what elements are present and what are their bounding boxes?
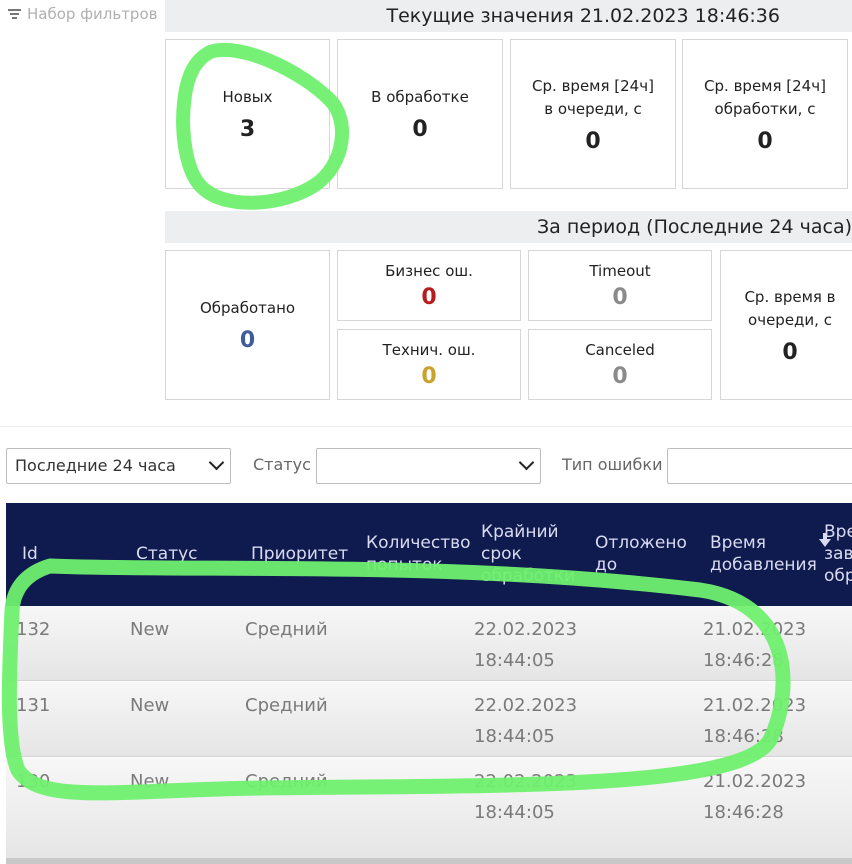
column-header-text: Id (22, 544, 38, 564)
card-label: В обработке (371, 88, 469, 106)
period-select[interactable]: Последние 24 часа (6, 448, 231, 484)
card-value: 0 (239, 328, 256, 353)
in-progress-card: В обработке 0 (337, 39, 503, 189)
card-value: 0 (612, 285, 628, 310)
card-label-line: обработки, с (714, 99, 816, 118)
cell-added-time: 18:46:28 (703, 650, 784, 671)
card-value: 0 (782, 339, 798, 365)
new-count-card: Новых 3 (165, 39, 330, 189)
card-value: 0 (585, 128, 601, 154)
card-label: Технич. ош. (382, 341, 476, 359)
column-header-completion-time[interactable]: Вре зав обр (824, 521, 852, 587)
cell-deadline-time: 18:44:05 (474, 650, 555, 671)
avg-processing-time-card: Ср. время [24ч] обработки, с 0 (682, 39, 848, 189)
cell-added-date: 21.02.2023 (703, 695, 807, 716)
cell-added-date: 21.02.2023 (703, 619, 807, 640)
cell-added-time: 18:46:28 (703, 802, 784, 823)
column-header-text: попыток (366, 555, 443, 575)
cell-priority: Средний (245, 695, 328, 716)
chevron-down-icon (208, 454, 225, 471)
period-title: За период (Последние 24 часа) (536, 216, 852, 238)
column-header-text: срок (481, 544, 522, 564)
card-value: 0 (421, 364, 437, 389)
processed-card: Обработано 0 (165, 250, 330, 400)
column-header-text: обработки (481, 566, 576, 586)
card-value: 0 (757, 128, 773, 154)
column-header-deadline[interactable]: Крайний срок обработки (481, 521, 575, 587)
cell-deadline-time: 18:44:05 (474, 726, 555, 747)
card-value: 3 (239, 117, 256, 142)
card-label: Бизнес ош. (385, 262, 473, 280)
avg-queue-time-card: Ср. время [24ч] в очереди, с 0 (510, 39, 676, 189)
cell-priority: Средний (245, 771, 328, 792)
column-header-postponed[interactable]: Отложено до (595, 532, 687, 576)
cell-deadline-date: 22.02.2023 (474, 619, 578, 640)
cell-deadline-date: 22.02.2023 (474, 695, 578, 716)
column-header-id[interactable]: Id (22, 543, 38, 565)
period-header: За период (Последние 24 часа) (165, 211, 852, 243)
table-header: Id Статус Приоритет Количество попыток К… (6, 503, 852, 606)
status-select[interactable] (316, 448, 541, 484)
current-values-title: Текущие значения 21.02.2023 18:46:36 (386, 5, 780, 27)
column-header-text: Вре (824, 522, 852, 542)
card-label: Новых (222, 88, 273, 106)
cell-status: New (130, 771, 170, 792)
table-row[interactable]: 132 New Средний 22.02.2023 18:44:05 21.0… (6, 606, 852, 681)
table-row[interactable]: 130 New Средний 22.02.2023 18:44:05 21.0… (6, 758, 852, 864)
card-value: 0 (421, 285, 437, 310)
cell-id: 131 (16, 695, 51, 716)
cell-status: New (130, 619, 170, 640)
tech-errors-card: Технич. ош. 0 (337, 329, 521, 400)
card-label: Timeout (589, 262, 651, 280)
column-header-text: добавления (710, 555, 817, 575)
canceled-card: Canceled 0 (528, 329, 712, 400)
cell-id: 130 (16, 771, 51, 792)
business-errors-card: Бизнес ош. 0 (337, 250, 521, 321)
card-value: 0 (612, 364, 628, 389)
error-type-filter-label: Тип ошибки (562, 455, 663, 474)
filter-set-label: Набор фильтров (27, 5, 158, 23)
card-label: Обработано (199, 299, 296, 317)
column-header-text: до (595, 555, 618, 575)
column-header-text: зав (824, 544, 852, 564)
card-label-line: Ср. время [24ч] (704, 76, 826, 95)
column-header-text: Крайний (481, 522, 559, 542)
chevron-down-icon (518, 454, 535, 471)
cell-deadline-time: 18:44:05 (474, 802, 555, 823)
column-header-status[interactable]: Статус (136, 543, 198, 565)
table-row[interactable]: 131 New Средний 22.02.2023 18:44:05 21.0… (6, 682, 852, 757)
column-header-text: Приоритет (251, 544, 349, 564)
column-header-text: Время (710, 533, 766, 553)
column-header-text: Статус (136, 544, 198, 564)
cell-priority: Средний (245, 619, 328, 640)
cell-id: 132 (16, 619, 51, 640)
column-header-attempts[interactable]: Количество попыток (366, 532, 471, 576)
card-value: 0 (412, 117, 428, 142)
status-filter-label: Статус (253, 455, 311, 474)
section-divider (0, 426, 852, 427)
column-header-added-time[interactable]: Время добавления (710, 532, 817, 576)
card-label-line: Ср. время в (744, 287, 836, 306)
column-header-text: Количество (366, 533, 471, 553)
table-scrollbar[interactable] (6, 858, 852, 864)
column-header-priority[interactable]: Приоритет (251, 543, 348, 565)
cell-deadline-date: 22.02.2023 (474, 771, 578, 792)
column-header-text: Отложено (595, 533, 687, 553)
card-label: Canceled (585, 341, 655, 359)
cell-added-date: 21.02.2023 (703, 771, 807, 792)
cell-added-time: 18:46:28 (703, 726, 784, 747)
current-values-header: Текущие значения 21.02.2023 18:46:36 (165, 0, 852, 32)
filter-set-link[interactable]: Набор фильтров (8, 5, 157, 23)
error-type-select[interactable] (667, 448, 852, 484)
card-label-line: Ср. время [24ч] (532, 76, 654, 95)
period-select-value: Последние 24 часа (15, 456, 176, 475)
timeout-card: Timeout 0 (528, 250, 712, 321)
card-label-line: очереди, с (748, 310, 832, 329)
card-label-line: в очереди, с (544, 99, 642, 118)
column-header-text: обр (824, 566, 852, 586)
filter-icon (8, 8, 21, 20)
cell-status: New (130, 695, 170, 716)
period-avg-queue-card: Ср. время в очереди, с 0 (720, 250, 852, 400)
